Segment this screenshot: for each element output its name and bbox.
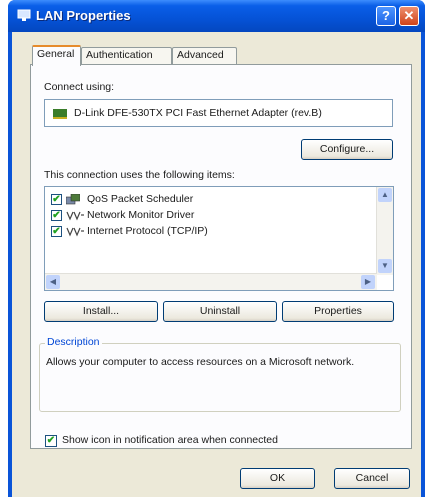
- scroll-down-arrow-icon[interactable]: ▼: [378, 259, 392, 273]
- list-item-label: Internet Protocol (TCP/IP): [87, 225, 208, 237]
- adapter-field: D-Link DFE-530TX PCI Fast Ethernet Adapt…: [44, 99, 393, 127]
- description-group: Description Allows your computer to acce…: [39, 336, 401, 412]
- description-text: Allows your computer to access resources…: [46, 356, 355, 368]
- list-item-label: Network Monitor Driver: [87, 209, 195, 221]
- dialog-body: General Authentication Advanced Connect …: [12, 32, 421, 497]
- network-adapter-icon: [53, 109, 67, 119]
- network-connection-icon: [17, 9, 31, 21]
- adapter-name: D-Link DFE-530TX PCI Fast Ethernet Adapt…: [74, 107, 322, 119]
- tab-general[interactable]: General: [32, 45, 81, 66]
- connect-using-label: Connect using:: [44, 81, 115, 93]
- window-title: LAN Properties: [36, 8, 131, 23]
- network-monitor-checkbox[interactable]: ✔: [51, 210, 62, 221]
- lan-properties-window: LAN Properties ? ✕ General Authenticatio…: [8, 0, 425, 497]
- configure-button[interactable]: Configure...: [301, 139, 393, 160]
- close-button[interactable]: ✕: [399, 6, 419, 26]
- protocol-icon: [66, 210, 84, 221]
- cancel-button[interactable]: Cancel: [334, 468, 410, 489]
- scheduler-icon: [65, 193, 84, 205]
- qos-checkbox[interactable]: ✔: [51, 194, 62, 205]
- list-item-label: QoS Packet Scheduler: [87, 193, 194, 205]
- vertical-scrollbar[interactable]: ▲ ▼: [376, 187, 393, 275]
- tab-advanced[interactable]: Advanced: [172, 47, 237, 64]
- protocol-icon: [66, 226, 84, 237]
- general-tab-panel: Connect using: D-Link DFE-530TX PCI Fast…: [30, 64, 412, 449]
- notify-checkbox[interactable]: ✔: [45, 435, 57, 447]
- tab-authentication[interactable]: Authentication: [81, 47, 172, 64]
- description-title: Description: [45, 336, 102, 348]
- notify-label: Show icon in notification area when conn…: [62, 434, 278, 446]
- items-label: This connection uses the following items…: [44, 169, 235, 181]
- install-button[interactable]: Install...: [44, 301, 158, 322]
- help-button[interactable]: ?: [376, 6, 396, 26]
- title-bar[interactable]: LAN Properties ? ✕: [8, 0, 425, 32]
- scroll-left-arrow-icon[interactable]: ◀: [46, 275, 60, 289]
- uninstall-button[interactable]: Uninstall: [163, 301, 277, 322]
- horizontal-scrollbar[interactable]: ◀ ▶: [45, 273, 377, 290]
- scroll-right-arrow-icon[interactable]: ▶: [361, 275, 375, 289]
- components-list[interactable]: ✔ QoS Packet Scheduler ✔ Network Monitor…: [44, 186, 394, 291]
- tcpip-checkbox[interactable]: ✔: [51, 226, 62, 237]
- properties-button[interactable]: Properties: [282, 301, 394, 322]
- ok-button[interactable]: OK: [240, 468, 315, 489]
- scroll-up-arrow-icon[interactable]: ▲: [378, 188, 392, 202]
